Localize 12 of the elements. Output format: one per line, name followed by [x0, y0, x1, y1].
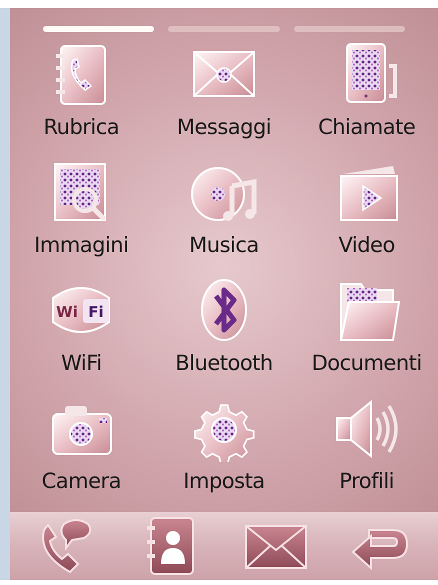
app-label[interactable]: Musica	[189, 232, 259, 258]
app-label[interactable]: Imposta	[183, 468, 265, 494]
app-label[interactable]: Video	[338, 232, 395, 258]
app-label[interactable]: Profili	[339, 468, 394, 494]
app-label[interactable]: Messaggi	[176, 114, 272, 140]
app-label[interactable]: Chiamate	[318, 114, 416, 140]
app-label[interactable]: Documenti	[312, 350, 422, 376]
app-label[interactable]: Immagini	[34, 232, 128, 258]
app-label[interactable]: Bluetooth	[175, 350, 273, 376]
app-label[interactable]: WiFi	[61, 350, 102, 376]
app-label[interactable]: Rubrica	[43, 114, 120, 140]
app-label[interactable]: Camera	[42, 468, 122, 494]
